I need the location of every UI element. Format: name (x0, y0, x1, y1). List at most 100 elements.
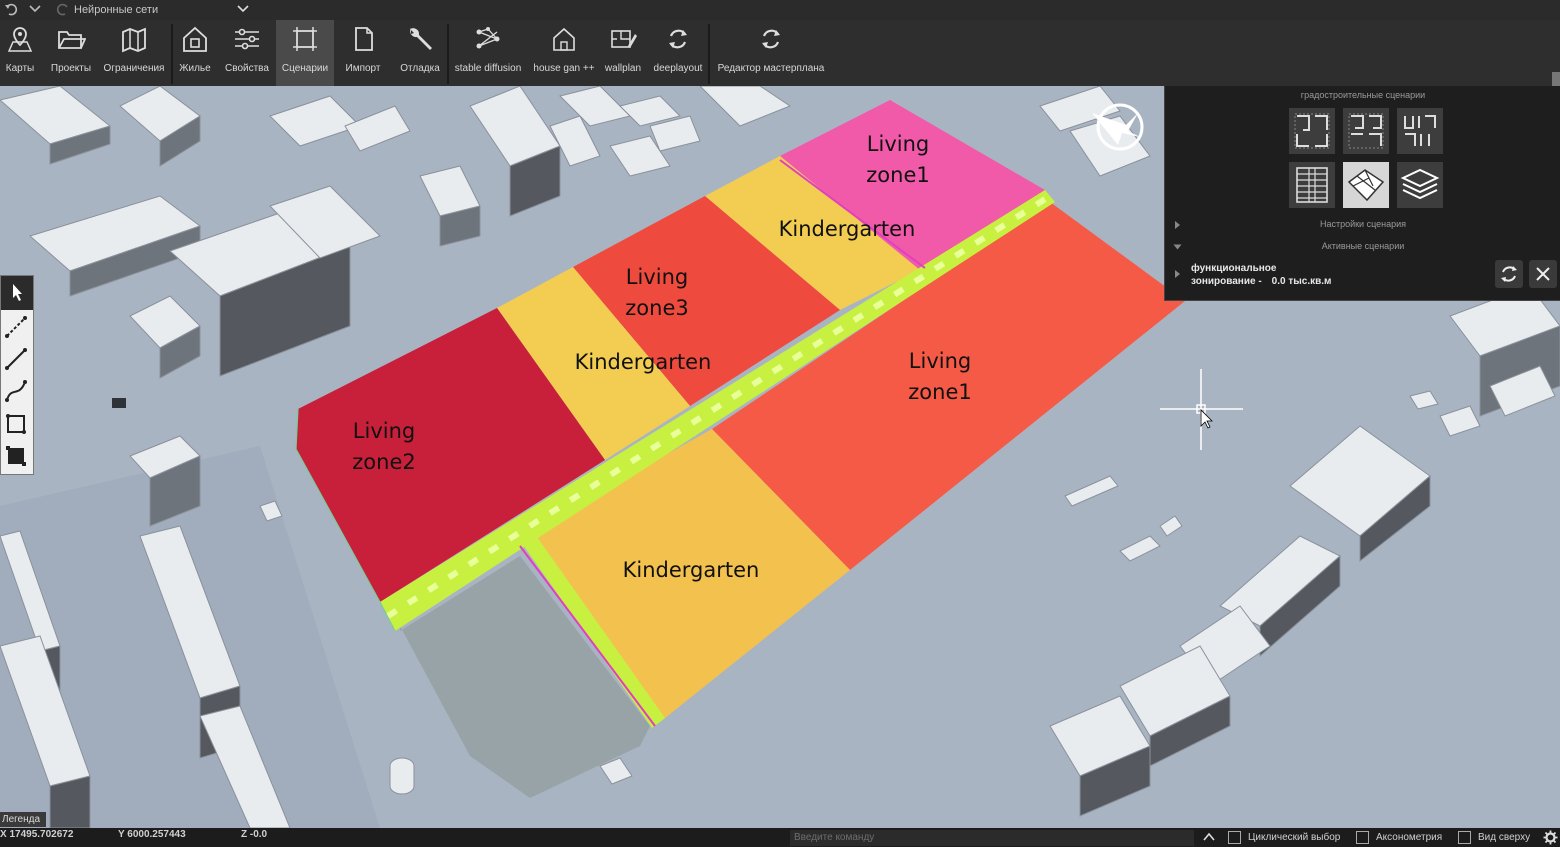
dashed-line-tool-icon[interactable] (3, 314, 29, 340)
select-tool-button[interactable] (1, 276, 33, 310)
sliders-icon (235, 28, 259, 50)
top-view-checkbox[interactable] (1458, 831, 1471, 844)
curve-tool-icon[interactable] (3, 378, 29, 404)
toolbar-debug-button[interactable]: Отладка (396, 20, 444, 86)
toolbar-label: Проекты (50, 63, 92, 74)
coord-y: Y 6000.257443 (118, 829, 186, 840)
wrench-icon (410, 28, 432, 50)
block-layout-icon (1294, 113, 1330, 149)
zone-label-living-zone1-north: Living zone1 (866, 132, 930, 187)
expand-triangle-icon[interactable] (1175, 270, 1180, 278)
rectangle-tool-icon[interactable] (3, 411, 29, 437)
scenario-area-value: 0.0 тыс.кв.м (1271, 276, 1332, 287)
file-icon (355, 27, 373, 51)
scenario-tile-6[interactable] (1397, 162, 1443, 208)
map-pin-icon (7, 27, 33, 52)
toolbar-house-gan-button[interactable]: house gan ++ (530, 20, 598, 86)
chevron-up-icon[interactable] (1202, 831, 1216, 843)
toolbar-label: Карты (5, 63, 35, 74)
network-icon (476, 27, 500, 49)
line-tool-icon[interactable] (3, 346, 29, 372)
command-input[interactable]: Введите команду (790, 830, 1194, 846)
cyclic-select-label: Циклический выбор (1248, 832, 1341, 843)
refresh-scenario-button[interactable] (1495, 260, 1523, 288)
toolbar-separator (171, 24, 173, 84)
redo-icon[interactable] (56, 2, 70, 16)
drawing-tools-panel (0, 275, 34, 475)
toolbar-separator (708, 24, 710, 84)
toolbar-label: Сценарии (281, 63, 329, 74)
block-layout-icon (1348, 113, 1384, 149)
toolbar-stable-diffusion-button[interactable]: stable diffusion (452, 20, 524, 86)
toolbar-housing-button[interactable]: Жилье (176, 20, 214, 86)
zone-label-kindergarten-north: Kindergarten (778, 217, 916, 241)
zone-label-living-zone3: Living zone3 (625, 265, 689, 320)
toolbar-deeplayout-button[interactable]: deeplayout (650, 20, 706, 86)
toolbar-label: Отладка (400, 63, 440, 74)
top-view-label: Вид сверху (1478, 832, 1531, 843)
filled-area-tool-icon[interactable] (3, 443, 29, 469)
toolbar-projects-button[interactable]: Проекты (46, 20, 96, 86)
toolbar-scroll-handle[interactable] (1552, 72, 1560, 86)
rows-layout-icon (1296, 167, 1328, 203)
zone-label-kindergarten-middle: Kindergarten (574, 350, 712, 374)
toolbar-scenarios-button[interactable]: Сценарии (276, 20, 334, 86)
toolbar-label: Жилье (179, 63, 211, 74)
zoning-map-icon (1347, 169, 1385, 202)
toolbar-label: house gan ++ (533, 63, 595, 74)
toolbar-label: stable diffusion (454, 63, 522, 74)
block-layout-icon (1404, 115, 1436, 146)
axonometry-checkbox[interactable] (1356, 831, 1369, 844)
toolbar-masterplan-editor-button[interactable]: Редактор мастерплана (712, 20, 830, 86)
active-scenarios-label[interactable]: Активные сценарии (1165, 241, 1560, 251)
toolbar-maps-button[interactable]: Карты (2, 20, 38, 86)
close-icon (1536, 267, 1550, 281)
house-outline-icon (553, 27, 575, 51)
coord-z: Z -0.0 (241, 829, 268, 840)
toolbar-label: Редактор мастерплана (717, 63, 825, 74)
scenario-tile-5[interactable] (1343, 162, 1389, 208)
cyclic-select-checkbox[interactable] (1228, 831, 1241, 844)
toolbar-restrictions-button[interactable]: Ограничения (100, 20, 168, 86)
main-toolbar: Карты Проекты Ограничения Жилье Свойства… (0, 20, 1560, 86)
toolbar-label: Ограничения (103, 63, 165, 74)
toolbar-separator (447, 24, 449, 84)
toolbar-label: wallplan (604, 63, 642, 74)
toolbar-label: Импорт (345, 63, 381, 74)
toolbar-import-button[interactable]: Импорт (340, 20, 386, 86)
chevron-down-icon[interactable] (28, 2, 42, 16)
status-bar: X 17495.702672 Y 6000.257443 Z -0.0 Введ… (0, 828, 1560, 847)
scenario-tile-4[interactable] (1289, 162, 1335, 208)
scenario-frame-icon (293, 27, 317, 51)
remove-scenario-button[interactable] (1529, 260, 1557, 288)
layers-icon (1400, 168, 1440, 200)
house-icon (183, 26, 207, 52)
zone-label-living-zone2: Living zone2 (352, 419, 416, 474)
refresh-icon (762, 29, 780, 49)
toolbar-wallplan-button[interactable]: wallplan (600, 20, 646, 86)
scenario-name-line2: зонирование - (1191, 276, 1262, 287)
toolbar-properties-button[interactable]: Свойства (222, 20, 272, 86)
dropdown-chevron-icon[interactable] (236, 2, 250, 16)
scenario-panel-heading: градостроительные сценарии (1300, 90, 1426, 100)
gear-icon[interactable] (1543, 830, 1558, 845)
arrow-pointer-icon (13, 284, 22, 301)
axonometry-label: Аксонометрия (1376, 832, 1443, 843)
scenario-settings-label[interactable]: Настройки сценария (1165, 219, 1560, 229)
toolbar-label: deeplayout (653, 63, 703, 74)
coord-x: X 17495.702672 (0, 829, 74, 840)
zone-label-kindergarten-south: Kindergarten (622, 558, 760, 582)
legend-tab[interactable]: Легенда (0, 812, 46, 827)
toolbar-label: Свойства (225, 63, 269, 74)
title-bar: Нейронные сети (0, 0, 1560, 20)
refresh-icon (669, 29, 687, 49)
window-title: Нейронные сети (74, 4, 159, 16)
map-restriction-icon (122, 27, 146, 53)
scenario-tile-3[interactable] (1397, 108, 1443, 154)
folder-open-icon (58, 31, 86, 49)
undo-icon[interactable] (4, 2, 18, 16)
scenario-tile-2[interactable] (1343, 108, 1389, 154)
scenario-name-line1: функциональное (1191, 263, 1277, 274)
active-scenario-item[interactable]: функциональное зонирование - 0.0 тыс.кв.м (1191, 262, 1331, 288)
scenario-tile-1[interactable] (1289, 108, 1335, 154)
